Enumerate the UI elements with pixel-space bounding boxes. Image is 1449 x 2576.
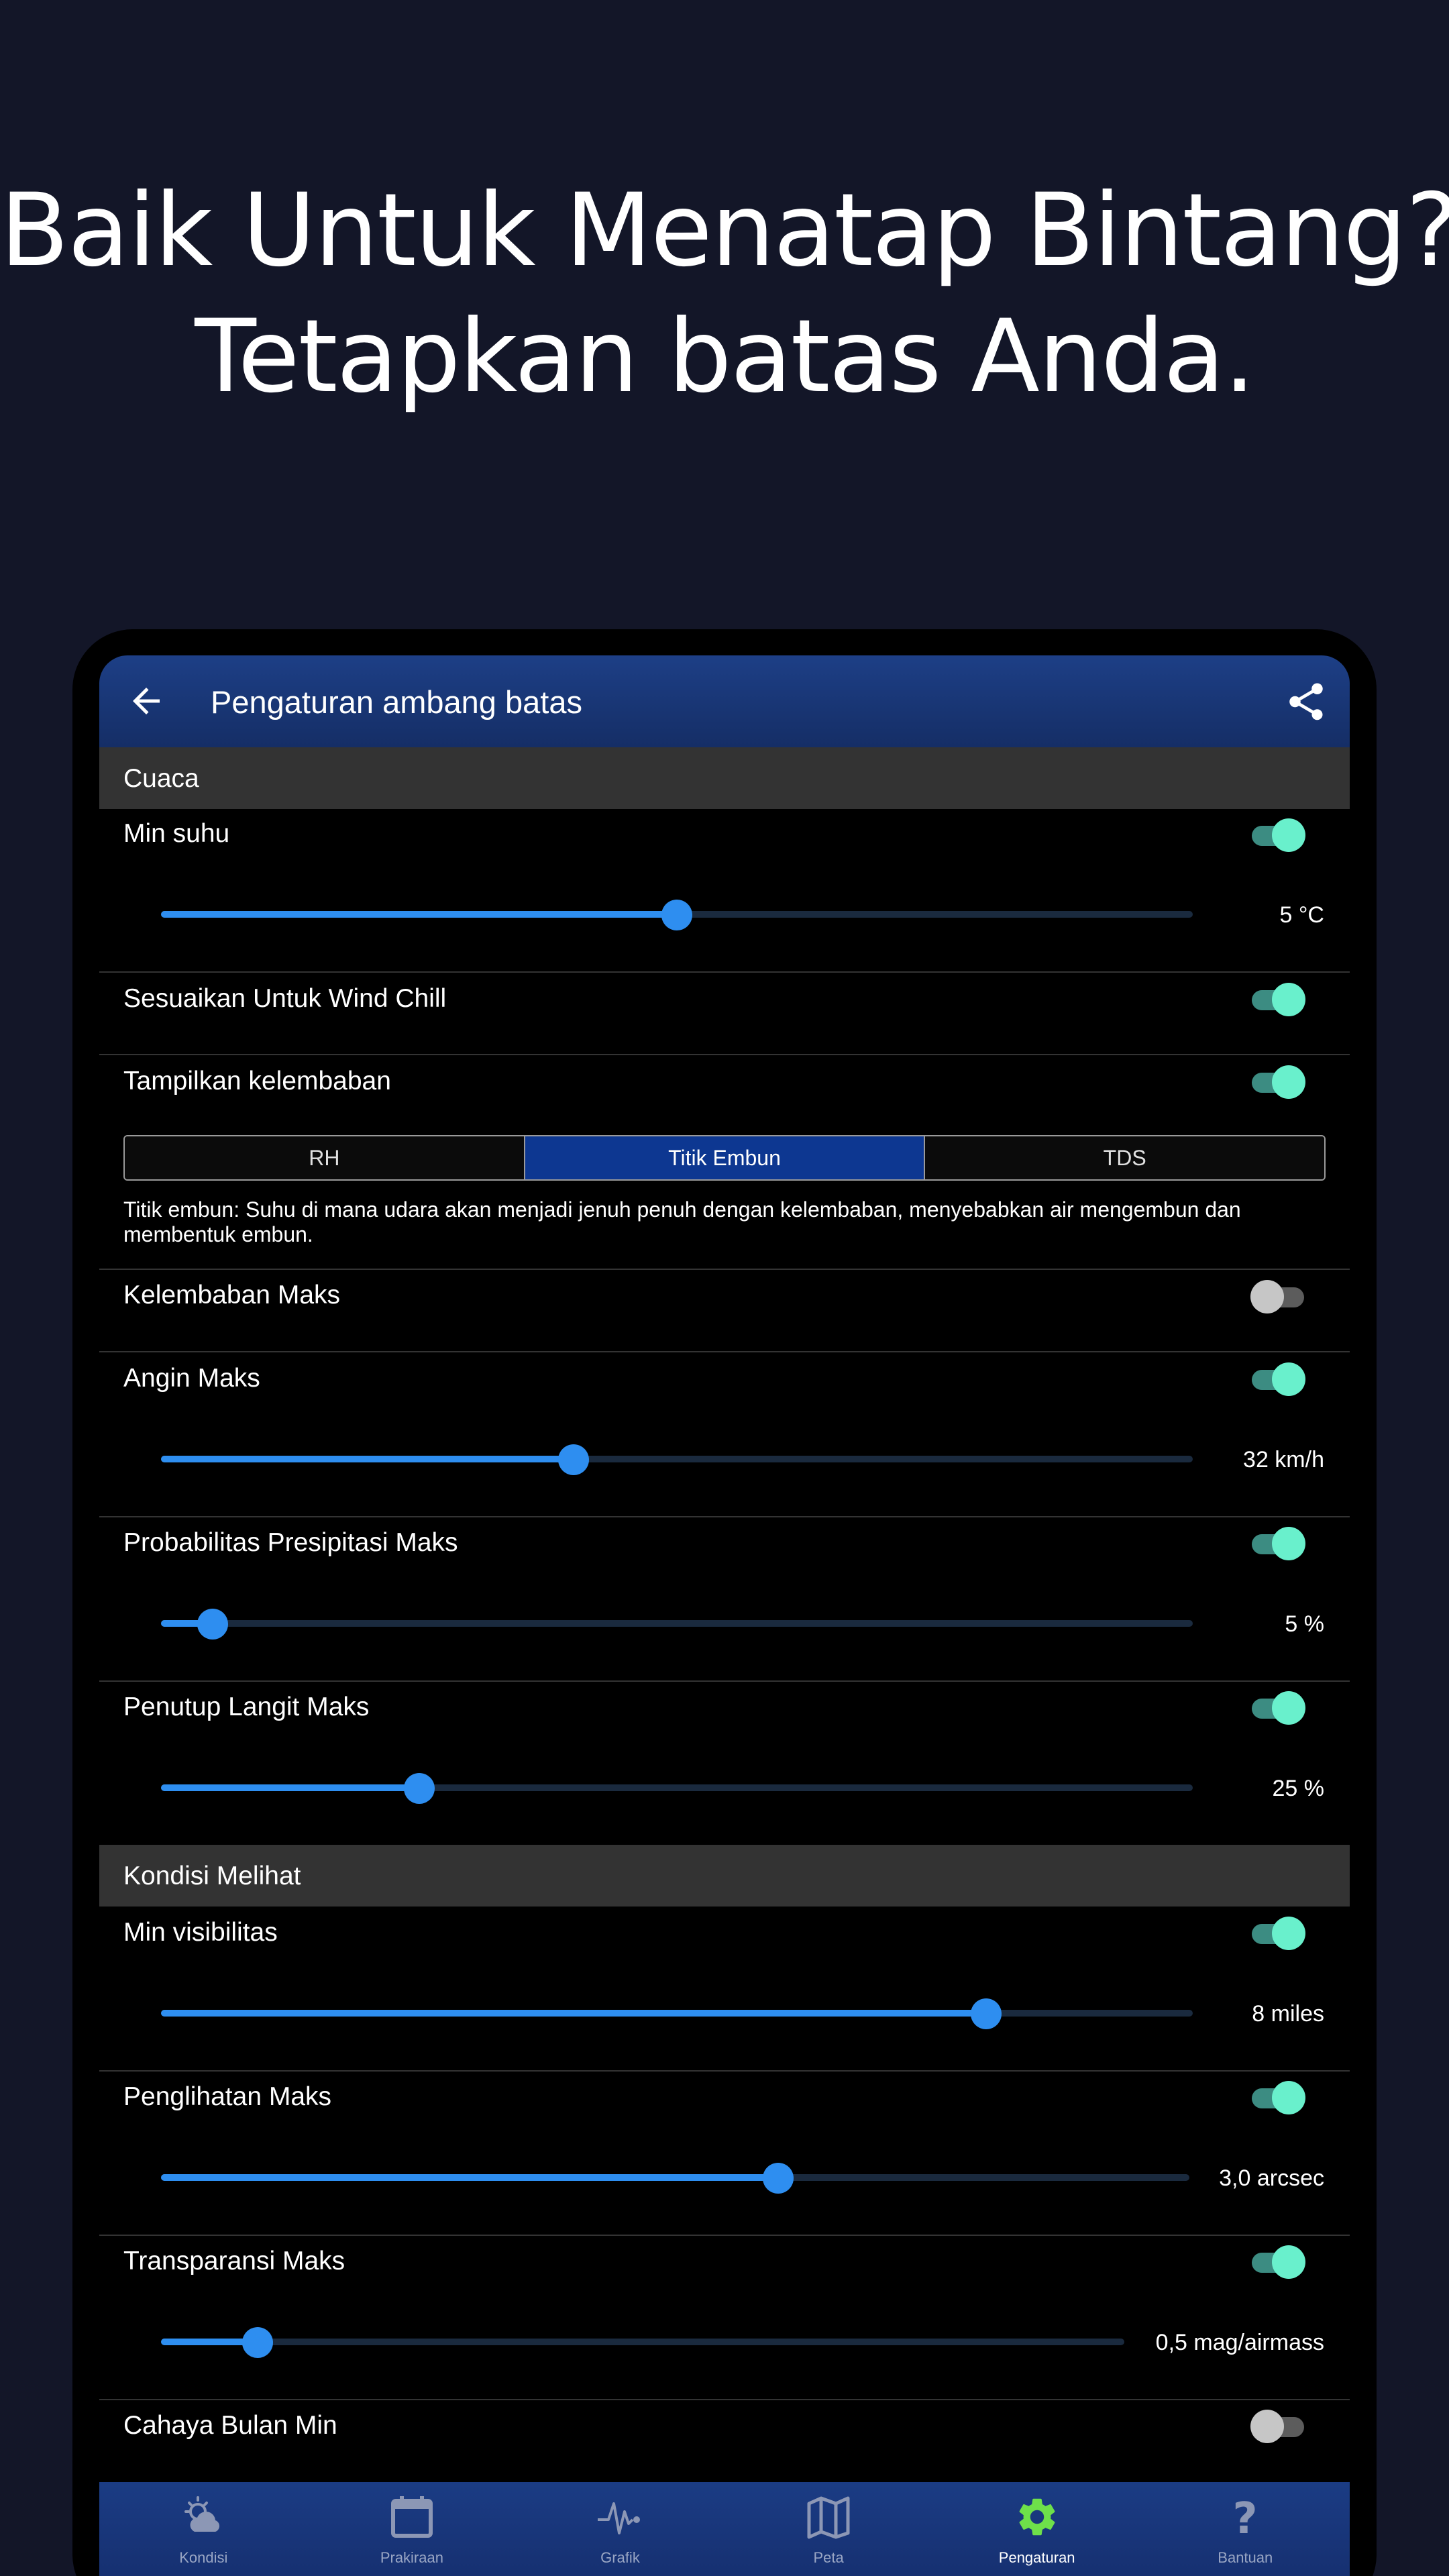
share-icon[interactable]	[1284, 680, 1328, 724]
section-header-weather: Cuaca	[99, 747, 1350, 809]
min-temp-toggle[interactable]	[1249, 816, 1307, 854]
max-transparency-value: 0,5 mag/airmass	[1155, 2330, 1324, 2355]
nav-label: Bantuan	[1218, 2549, 1273, 2566]
min-visibility-slider[interactable]	[161, 1998, 1193, 2029]
nav-label: Peta	[813, 2549, 844, 2566]
slider-knob[interactable]	[242, 2327, 273, 2358]
humidity-option-rh[interactable]: RH	[125, 1136, 525, 1179]
humidity-option-tds[interactable]: TDS	[925, 1136, 1324, 1179]
arrow-left-icon[interactable]	[126, 681, 166, 721]
max-precip-label: Probabilitas Presipitasi Maks	[123, 1528, 458, 1557]
bottom-navigation: Kondisi Prakiraan Grafik Peta Pengaturan…	[99, 2482, 1350, 2576]
nav-label: Pengaturan	[998, 2549, 1075, 2566]
headline-line-1: Baik Untuk Menatap Bintang?	[0, 172, 1449, 289]
min-moonlight-toggle[interactable]	[1249, 2408, 1307, 2445]
divider	[99, 2070, 1350, 2072]
max-humidity-toggle[interactable]	[1249, 1278, 1307, 1316]
slider-knob[interactable]	[971, 1998, 1002, 2029]
svg-text:?: ?	[1233, 2494, 1258, 2540]
max-precip-toggle[interactable]	[1249, 1525, 1307, 1562]
section-title: Cuaca	[123, 764, 199, 793]
max-wind-toggle[interactable]	[1249, 1360, 1307, 1398]
divider	[99, 1054, 1350, 1055]
calendar-icon	[390, 2496, 433, 2538]
nav-item-prakiraan[interactable]: Prakiraan	[308, 2482, 517, 2576]
max-seeing-toggle[interactable]	[1249, 2079, 1307, 2116]
humidity-mode-selector: RH Titik Embun TDS	[123, 1135, 1326, 1181]
nav-item-kondisi[interactable]: Kondisi	[99, 2482, 308, 2576]
max-cloud-toggle[interactable]	[1249, 1689, 1307, 1727]
max-transparency-toggle[interactable]	[1249, 2243, 1307, 2281]
divider	[99, 1269, 1350, 1270]
max-transparency-slider[interactable]	[161, 2327, 1124, 2358]
nav-item-peta[interactable]: Peta	[724, 2482, 933, 2576]
min-visibility-label: Min visibilitas	[123, 1918, 278, 1947]
pulse-chart-icon	[598, 2502, 641, 2534]
divider	[99, 1351, 1350, 1352]
humidity-description: Titik embun: Suhu di mana udara akan men…	[123, 1197, 1241, 1246]
page-title: Pengaturan ambang batas	[211, 684, 582, 720]
slider-knob[interactable]	[558, 1444, 589, 1475]
max-seeing-label: Penglihatan Maks	[123, 2082, 332, 2111]
slider-knob[interactable]	[763, 2163, 794, 2194]
wind-chill-toggle[interactable]	[1249, 981, 1307, 1018]
section-title: Kondisi Melihat	[123, 1862, 301, 1890]
divider	[99, 1516, 1350, 1517]
humidity-display-label: Tampilkan kelembaban	[123, 1067, 391, 1095]
slider-knob[interactable]	[197, 1609, 228, 1640]
headline: Baik Untuk Menatap Bintang? Tetapkan bat…	[0, 168, 1449, 420]
humidity-display-toggle[interactable]	[1249, 1063, 1307, 1101]
weather-cloud-sun-icon	[184, 2496, 220, 2532]
max-wind-value: 32 km/h	[1243, 1447, 1324, 1472]
nav-label: Kondisi	[179, 2549, 228, 2566]
max-precip-slider[interactable]	[161, 1609, 1193, 1640]
max-seeing-value: 3,0 arcsec	[1219, 2165, 1324, 2191]
nav-label: Grafik	[600, 2549, 640, 2566]
max-humidity-label: Kelembaban Maks	[123, 1281, 341, 1309]
min-temp-value: 5 °C	[1279, 902, 1324, 928]
min-visibility-toggle[interactable]	[1249, 1915, 1307, 1952]
min-temp-label: Min suhu	[123, 819, 230, 848]
humidity-option-dew-point[interactable]: Titik Embun	[525, 1136, 926, 1179]
divider	[99, 1680, 1350, 1682]
nav-item-bantuan[interactable]: ? Bantuan	[1141, 2482, 1350, 2576]
min-temp-slider[interactable]	[161, 900, 1193, 930]
max-wind-slider[interactable]	[161, 1444, 1193, 1475]
section-header-viewing: Kondisi Melihat	[99, 1845, 1350, 1907]
min-visibility-value: 8 miles	[1252, 2001, 1324, 2027]
slider-knob[interactable]	[404, 1773, 435, 1804]
max-wind-label: Angin Maks	[123, 1364, 260, 1393]
headline-line-2: Tetapkan batas Anda.	[195, 299, 1255, 415]
divider	[99, 2399, 1350, 2400]
max-cloud-value: 25 %	[1272, 1776, 1325, 1801]
gear-icon	[1019, 2498, 1055, 2536]
max-cloud-slider[interactable]	[161, 1773, 1193, 1804]
max-cloud-label: Penutup Langit Maks	[123, 1693, 370, 1721]
slider-knob[interactable]	[661, 900, 692, 930]
app-screen: Pengaturan ambang batas Cuaca Min suhu 5…	[99, 655, 1350, 2576]
max-precip-value: 5 %	[1285, 1611, 1324, 1637]
max-transparency-label: Transparansi Maks	[123, 2247, 345, 2275]
app-bar: Pengaturan ambang batas	[99, 655, 1350, 747]
max-seeing-slider[interactable]	[161, 2163, 1189, 2194]
question-mark-icon: ?	[1233, 2494, 1258, 2540]
divider	[99, 971, 1350, 973]
wind-chill-label: Sesuaikan Untuk Wind Chill	[123, 984, 447, 1013]
map-icon	[807, 2496, 850, 2539]
nav-item-grafik[interactable]: Grafik	[516, 2482, 724, 2576]
nav-item-pengaturan[interactable]: Pengaturan	[932, 2482, 1141, 2576]
min-moonlight-label: Cahaya Bulan Min	[123, 2411, 337, 2440]
divider	[99, 2235, 1350, 2236]
nav-label: Prakiraan	[380, 2549, 443, 2566]
